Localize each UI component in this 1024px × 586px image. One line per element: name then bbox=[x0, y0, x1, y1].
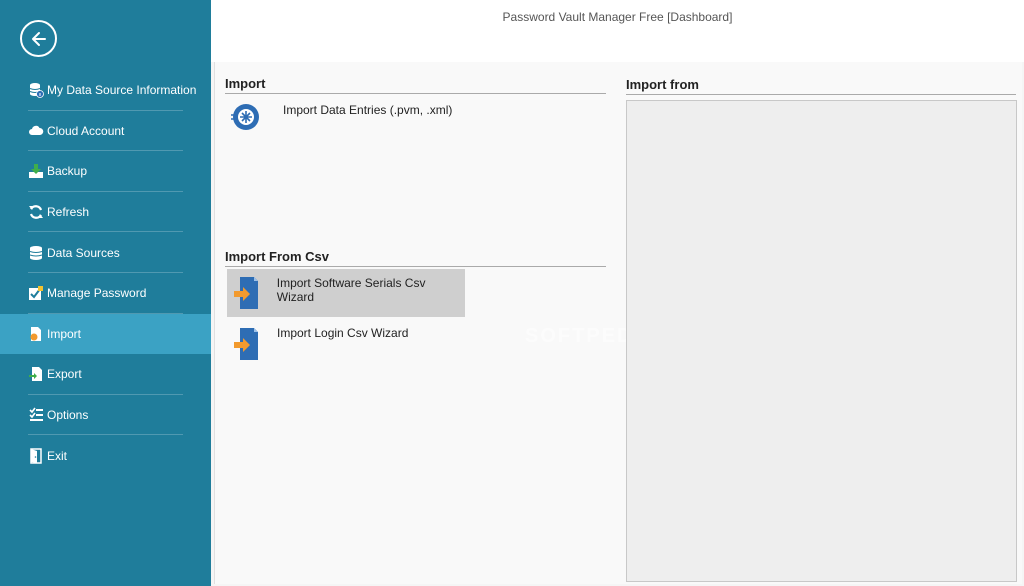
sidebar-item-label: Refresh bbox=[47, 205, 90, 220]
sidebar-item-exit[interactable]: Exit bbox=[0, 435, 211, 476]
import-data-entries-label: Import Data Entries (.pvm, .xml) bbox=[283, 103, 453, 117]
sidebar-item-label: Options bbox=[47, 408, 89, 423]
import-from-divider bbox=[626, 94, 1016, 95]
sidebar-nav: My Data Source Information Cloud Account… bbox=[0, 70, 211, 476]
export-icon bbox=[28, 366, 44, 382]
sidebar-item-import[interactable]: Import bbox=[0, 313, 211, 355]
import-data-entries-icon bbox=[229, 100, 263, 134]
manage-password-icon bbox=[28, 285, 44, 301]
import-from-preview-panel bbox=[626, 100, 1017, 582]
data-sources-icon bbox=[28, 245, 44, 261]
arrow-left-icon bbox=[31, 31, 46, 46]
csv-import-icon bbox=[227, 320, 267, 368]
csv-section-title: Import From Csv bbox=[225, 249, 330, 264]
sidebar-item-label: Exit bbox=[47, 448, 68, 463]
exit-icon bbox=[28, 447, 44, 464]
import-login-csv-label: Import Login Csv Wizard bbox=[277, 326, 409, 340]
back-button[interactable] bbox=[20, 20, 57, 57]
sidebar-item-backup[interactable]: Backup bbox=[0, 151, 211, 192]
title-bar: Password Vault Manager Free [Dashboard] bbox=[211, 0, 1024, 62]
sidebar-item-label: Data Sources bbox=[47, 245, 120, 260]
sidebar-item-label: Import bbox=[47, 326, 82, 341]
refresh-icon bbox=[28, 204, 44, 220]
sidebar-item-manage-password[interactable]: Manage Password bbox=[0, 273, 211, 314]
import-from-title: Import from bbox=[626, 77, 699, 92]
sidebar-item-cloud-account[interactable]: Cloud Account bbox=[0, 111, 211, 152]
import-login-csv-item[interactable]: Import Login Csv Wizard bbox=[227, 320, 465, 368]
import-section-divider bbox=[225, 93, 606, 94]
sidebar-item-label: My Data Source Information bbox=[47, 83, 197, 98]
sidebar-item-label: Cloud Account bbox=[47, 123, 125, 138]
sidebar-item-label: Backup bbox=[47, 164, 88, 179]
import-data-entries-item[interactable]: Import Data Entries (.pvm, .xml) bbox=[229, 100, 609, 136]
sidebar-item-export[interactable]: Export bbox=[0, 354, 211, 395]
sidebar-item-data-sources[interactable]: Data Sources bbox=[0, 232, 211, 273]
cloud-icon bbox=[28, 123, 44, 139]
import-icon bbox=[28, 326, 44, 342]
sidebar-item-label: Export bbox=[47, 367, 82, 382]
import-software-serials-csv-label: Import Software Serials Csv Wizard bbox=[276, 276, 426, 304]
sidebar-item-my-data-source-information[interactable]: My Data Source Information bbox=[0, 70, 211, 111]
options-icon bbox=[28, 407, 44, 423]
main-panel: Import Import Data Entries (.pvm, .xml) … bbox=[214, 62, 1022, 584]
import-software-serials-csv-item[interactable]: Import Software Serials Csv Wizard bbox=[227, 269, 465, 317]
backup-icon bbox=[28, 163, 44, 179]
sidebar-item-options[interactable]: Options bbox=[0, 395, 211, 436]
sidebar-item-label: Manage Password bbox=[47, 286, 147, 301]
csv-section-divider bbox=[225, 266, 606, 267]
database-info-icon bbox=[28, 82, 44, 99]
csv-import-icon bbox=[227, 269, 267, 317]
sidebar: My Data Source Information Cloud Account… bbox=[0, 0, 211, 586]
import-section-title: Import bbox=[225, 76, 266, 91]
sidebar-item-refresh[interactable]: Refresh bbox=[0, 192, 211, 233]
window-title: Password Vault Manager Free [Dashboard] bbox=[502, 10, 733, 24]
